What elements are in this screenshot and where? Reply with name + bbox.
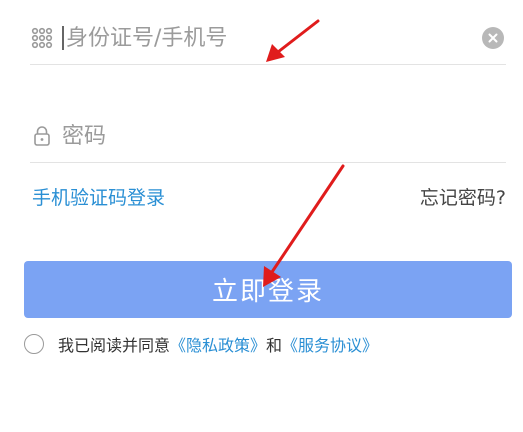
forgot-password-link[interactable]: 忘记密码?	[420, 183, 506, 210]
clear-icon[interactable]	[482, 27, 504, 49]
service-agreement-link[interactable]: 《服务协议》	[282, 332, 378, 356]
password-input[interactable]	[62, 123, 506, 149]
sms-login-link[interactable]: 手机验证码登录	[32, 183, 165, 210]
keypad-icon	[30, 26, 54, 50]
account-input[interactable]	[66, 25, 482, 51]
login-button[interactable]: 立即登录	[24, 261, 512, 318]
agreement-row: 我已阅读并同意 《隐私政策》 和 《服务协议》	[24, 332, 378, 356]
lock-icon	[30, 124, 54, 148]
agreement-conjunction: 和	[266, 336, 283, 355]
account-field-row	[30, 12, 506, 65]
agreement-checkbox[interactable]	[24, 334, 44, 354]
login-page: 手机验证码登录 忘记密码? 立即登录 我已阅读并同意 《隐私政策》 和 《服务协…	[0, 0, 523, 432]
text-cursor	[62, 26, 64, 50]
privacy-policy-link[interactable]: 《隐私政策》	[170, 332, 266, 356]
agreement-prefix: 我已阅读并同意	[58, 336, 171, 355]
password-field-row	[30, 110, 506, 163]
login-options-row: 手机验证码登录 忘记密码?	[32, 183, 506, 210]
